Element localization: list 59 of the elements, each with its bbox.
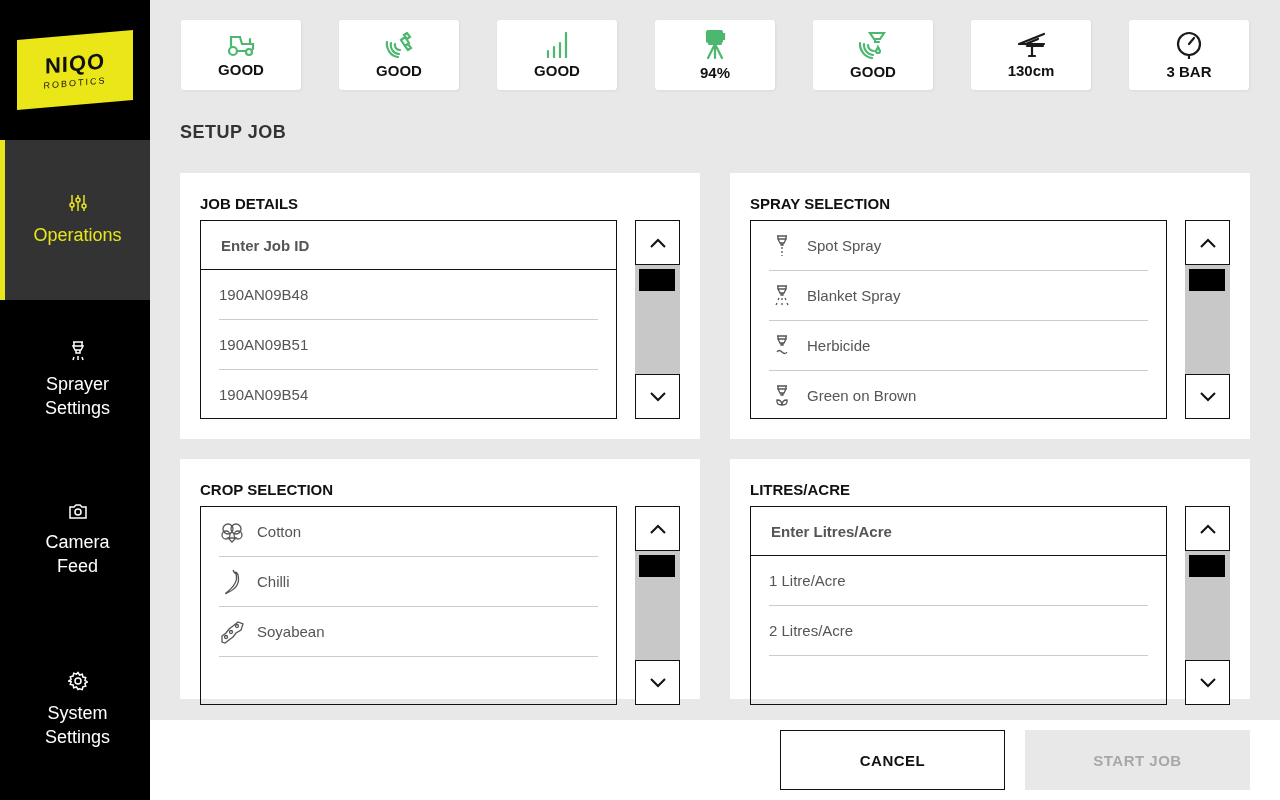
- list-item[interactable]: Blanket Spray: [769, 271, 1148, 321]
- nav-label: Camera Feed: [44, 531, 111, 578]
- chevron-down-icon: [649, 677, 666, 688]
- list-item[interactable]: 190AN09B54: [219, 370, 598, 418]
- status-value: GOOD: [218, 60, 264, 78]
- chevron-up-icon: [1199, 237, 1216, 248]
- status-value: GOOD: [534, 61, 580, 79]
- scroll-up-button[interactable]: [635, 506, 680, 551]
- cancel-button[interactable]: CANCEL: [780, 730, 1005, 790]
- input-field[interactable]: Enter Job ID: [200, 220, 617, 270]
- list-item[interactable]: Spot Spray: [769, 221, 1148, 271]
- nav-label: Operations: [33, 224, 122, 247]
- nav-label: Sprayer Settings: [43, 373, 111, 420]
- scroll-up-button[interactable]: [635, 220, 680, 265]
- panel-title: CROP SELECTION: [200, 481, 335, 498]
- camera-icon: [67, 502, 88, 520]
- scroll-thumb[interactable]: [1189, 269, 1225, 291]
- status-value: 94%: [700, 63, 730, 81]
- list-item[interactable]: 2 Litres/Acre: [769, 606, 1148, 656]
- scroll-up-button[interactable]: [1185, 220, 1230, 265]
- scroll-thumb[interactable]: [639, 555, 675, 577]
- cotton-icon: [219, 520, 245, 543]
- status-value: 3 BAR: [1166, 62, 1212, 80]
- chevron-up-icon: [649, 237, 666, 248]
- page-title: SETUP JOB: [180, 122, 288, 143]
- panel-title: LITRES/ACRE: [750, 481, 851, 498]
- chevron-up-icon: [649, 523, 666, 534]
- settings-icon: [67, 671, 88, 691]
- chevron-down-icon: [649, 391, 666, 402]
- list-item[interactable]: 190AN09B51: [219, 320, 598, 370]
- list-item[interactable]: Green on Brown: [769, 371, 1148, 418]
- scroll-thumb[interactable]: [1189, 555, 1225, 577]
- scroll-down-button[interactable]: [1185, 660, 1230, 705]
- scroll-thumb[interactable]: [639, 269, 675, 291]
- input-field[interactable]: Enter Litres/Acre: [750, 506, 1167, 556]
- status-value: GOOD: [376, 61, 422, 79]
- soyabean-pod-icon: [219, 619, 245, 644]
- leaf-nozzle-icon: [773, 384, 791, 407]
- chevron-down-icon: [1199, 391, 1216, 402]
- scroll-down-button[interactable]: [635, 660, 680, 705]
- chevron-down-icon: [1199, 677, 1216, 688]
- scroll-up-button[interactable]: [1185, 506, 1230, 551]
- list-item[interactable]: 190AN09B48: [219, 270, 598, 320]
- nav-label: System Settings: [43, 702, 111, 749]
- list-item[interactable]: Chilli: [219, 557, 598, 607]
- status-value: 130cm: [1007, 61, 1055, 79]
- sliders-icon: [67, 193, 88, 213]
- list-item[interactable]: Soyabean: [219, 607, 598, 657]
- panel-title: SPRAY SELECTION: [750, 195, 892, 212]
- scroll-down-button[interactable]: [1185, 374, 1230, 419]
- list-item[interactable]: Cotton: [219, 507, 598, 557]
- spray-nozzle-icon: [773, 284, 791, 307]
- nav-item[interactable]: Operations: [0, 140, 150, 300]
- chevron-up-icon: [1199, 523, 1216, 534]
- status-value: GOOD: [850, 62, 896, 80]
- list-item[interactable]: 1 Litre/Acre: [769, 556, 1148, 606]
- list-item[interactable]: Herbicide: [769, 321, 1148, 371]
- scroll-down-button[interactable]: [635, 374, 680, 419]
- panel-title: JOB DETAILS: [200, 195, 300, 212]
